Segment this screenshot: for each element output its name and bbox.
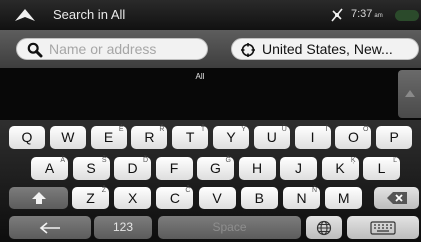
search-field[interactable] xyxy=(16,38,208,60)
top-bar: Search in All 7:37 am xyxy=(0,0,421,30)
key-label: M xyxy=(337,190,350,206)
category-label: All xyxy=(195,72,205,81)
key-accent: Ř xyxy=(159,126,165,133)
clock: 7:37 am xyxy=(351,8,383,20)
space-key-label: Space xyxy=(212,220,247,234)
search-input[interactable] xyxy=(49,40,199,58)
shift-icon xyxy=(9,187,68,209)
key-accent: Ž xyxy=(101,187,106,194)
clock-time: 7:37 xyxy=(351,8,373,20)
key-accent: Ý xyxy=(241,126,246,133)
key-b[interactable]: B xyxy=(240,187,278,209)
globe-key[interactable] xyxy=(306,216,342,239)
key-v[interactable]: V xyxy=(198,187,236,209)
key-accent: Ľ xyxy=(393,157,397,164)
key-accent: Ť xyxy=(200,126,206,133)
key-q[interactable]: Q xyxy=(9,126,45,149)
key-i[interactable]: IÍ xyxy=(294,126,331,149)
key-r[interactable]: RŘ xyxy=(131,126,168,149)
keyboard-icon xyxy=(347,216,419,239)
location-text: United States, New... xyxy=(262,41,393,57)
on-screen-keyboard: Q W EÉRŘTŤYÝUÜIÍOÖ P AÁSŠDĎ F GĞ H J KĶLĽ ZŽ X CČ V B N… xyxy=(0,120,421,242)
key-label: F xyxy=(169,160,179,176)
key-p[interactable]: P xyxy=(376,126,413,149)
back-key[interactable] xyxy=(9,216,91,239)
numbers-key-label: 123 xyxy=(112,220,134,234)
clock-ampm: am xyxy=(374,13,383,19)
key-f[interactable]: F xyxy=(155,157,193,180)
key-accent: Ď xyxy=(142,157,148,164)
backspace-key[interactable] xyxy=(374,187,419,209)
backspace-icon xyxy=(374,187,419,209)
search-row: United States, New... xyxy=(0,30,421,68)
page-title: Search in All xyxy=(53,7,126,22)
key-w[interactable]: W xyxy=(49,126,86,149)
scroll-up-arrow-icon xyxy=(405,90,415,97)
key-y[interactable]: YÝ xyxy=(213,126,249,149)
key-s[interactable]: SŠ xyxy=(72,157,110,180)
key-accent: Ň xyxy=(311,187,317,194)
key-t[interactable]: TŤ xyxy=(172,126,209,149)
status-pill xyxy=(395,10,419,21)
globe-icon xyxy=(306,216,342,239)
key-x[interactable]: X xyxy=(114,187,152,209)
crosshair-icon xyxy=(240,42,256,63)
key-accent: Á xyxy=(60,157,65,164)
space-key[interactable]: Space xyxy=(158,216,301,239)
key-label: W xyxy=(61,129,75,145)
key-accent: Ö xyxy=(362,126,369,133)
key-h[interactable]: H xyxy=(238,157,276,180)
numbers-key[interactable]: 123 xyxy=(94,216,152,239)
search-icon xyxy=(27,42,43,63)
key-label: Q xyxy=(21,129,33,145)
keyboard-toggle-key[interactable] xyxy=(347,216,419,239)
key-accent: Ķ xyxy=(350,157,356,164)
key-accent: Ü xyxy=(281,126,287,133)
key-label: J xyxy=(295,160,302,176)
key-label: H xyxy=(251,160,263,176)
key-c[interactable]: CČ xyxy=(156,187,194,209)
key-label: B xyxy=(254,190,264,206)
scroll-up-button[interactable] xyxy=(398,70,421,118)
key-label: P xyxy=(389,129,399,145)
key-k[interactable]: KĶ xyxy=(321,157,359,180)
key-n[interactable]: NŇ xyxy=(283,187,320,209)
key-label: X xyxy=(128,190,138,206)
key-g[interactable]: GĞ xyxy=(197,157,234,180)
key-m[interactable]: M xyxy=(325,187,363,209)
key-o[interactable]: OÖ xyxy=(335,126,372,149)
back-arrow-icon xyxy=(9,216,91,239)
gps-status-icon xyxy=(331,8,343,27)
key-accent: É xyxy=(118,126,124,133)
key-j[interactable]: J xyxy=(280,157,317,180)
shift-key[interactable] xyxy=(9,187,68,209)
key-label: V xyxy=(212,190,222,206)
key-accent: Ğ xyxy=(225,157,231,164)
results-panel: All xyxy=(0,68,421,120)
collapse-up-icon[interactable] xyxy=(14,8,36,27)
location-field[interactable]: United States, New... xyxy=(231,38,419,60)
key-accent: Č xyxy=(185,187,191,194)
key-accent: Í xyxy=(325,126,328,133)
key-u[interactable]: UÜ xyxy=(253,126,290,149)
key-z[interactable]: ZŽ xyxy=(72,187,109,209)
key-d[interactable]: DĎ xyxy=(114,157,151,180)
key-l[interactable]: LĽ xyxy=(363,157,400,180)
key-accent: Š xyxy=(101,157,107,164)
key-e[interactable]: EÉ xyxy=(90,126,127,149)
key-a[interactable]: AÁ xyxy=(31,157,68,180)
